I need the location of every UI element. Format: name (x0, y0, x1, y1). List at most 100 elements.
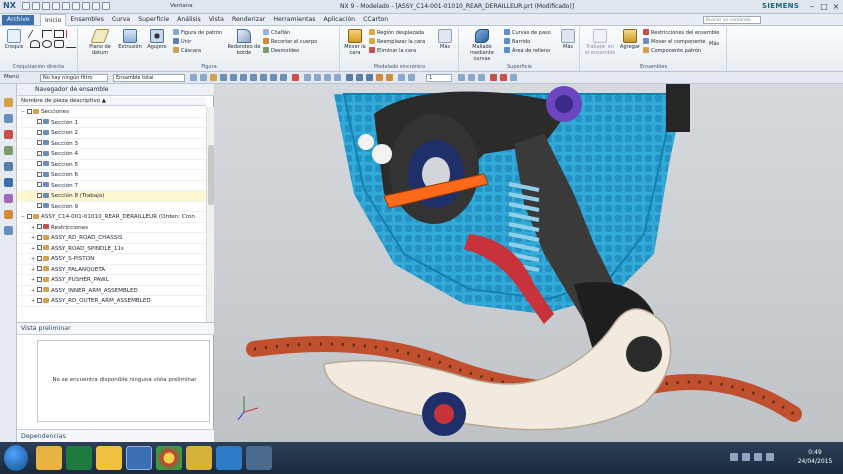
tab-analisis[interactable]: Análisis (173, 14, 205, 26)
type-filter-select[interactable]: No hay ningún filtro (40, 74, 108, 82)
process-studio-icon[interactable] (4, 194, 13, 203)
tree-row[interactable]: + ASSY_INNER_ARM_ASSEMBLED (17, 286, 206, 296)
customize-icon[interactable] (102, 2, 110, 10)
chrome-icon[interactable] (156, 446, 182, 470)
selection-scope-select[interactable]: Ensamble total (113, 74, 185, 82)
mid-point-icon[interactable] (230, 74, 237, 81)
nx-taskbar-icon[interactable] (126, 446, 152, 470)
datum-plane-button[interactable]: Plano de datum (85, 29, 115, 56)
control-point-icon[interactable] (240, 74, 247, 81)
rectangle-icon[interactable] (54, 30, 64, 38)
layer-settings-icon[interactable] (458, 74, 465, 81)
draft-button[interactable]: Desmoldeo (263, 47, 338, 56)
tab-aplicacion[interactable]: Aplicación (319, 14, 359, 26)
assembly-constraints-button[interactable]: Restricciones del ensamble (643, 29, 725, 38)
sketch-button[interactable]: Croquis (2, 29, 26, 50)
tree-row[interactable]: + ASSY_PALANQUETA (17, 265, 206, 275)
assembly-more-button[interactable]: Más (703, 41, 725, 47)
arc-center-icon[interactable] (260, 74, 267, 81)
visibility-checkbox[interactable] (37, 234, 42, 240)
intersection-point-icon[interactable] (250, 74, 257, 81)
zoom-icon[interactable] (314, 74, 321, 81)
visibility-checkbox[interactable] (37, 192, 42, 198)
tree-row[interactable]: Sección 4 (17, 149, 206, 160)
paste-icon[interactable] (72, 2, 80, 10)
file-menu[interactable]: Archivo (2, 15, 35, 25)
visibility-checkbox[interactable] (37, 129, 42, 135)
navigator-scrollbar[interactable] (206, 107, 214, 322)
deselect-icon[interactable] (200, 74, 207, 81)
fill-surface-button[interactable]: Área de relleno (504, 47, 560, 56)
visibility-checkbox[interactable] (37, 150, 42, 156)
sync-more-button[interactable]: Más (435, 29, 455, 50)
tab-vista[interactable]: Vista (205, 14, 228, 26)
history-icon[interactable] (4, 162, 13, 171)
save-icon[interactable] (22, 2, 30, 10)
graphics-window[interactable] (214, 84, 843, 442)
surface-more-button[interactable]: Más (558, 29, 578, 50)
line-icon[interactable] (27, 30, 43, 38)
tab-curva[interactable]: Curva (108, 14, 134, 26)
tree-row[interactable]: Sección 1 (17, 118, 206, 128)
studio-surface-button[interactable]: Curvas de paso (504, 29, 560, 38)
rotate-view-icon[interactable] (324, 74, 331, 81)
tab-superficie[interactable]: Superficie (134, 14, 173, 26)
extrude-button[interactable]: Extrusión (117, 29, 143, 50)
offset-region-button[interactable]: Región desplazada (369, 29, 441, 38)
background-icon[interactable] (366, 74, 373, 81)
replace-face-button[interactable]: Reemplazar la cara (369, 38, 441, 47)
swept-button[interactable]: Barrido (504, 38, 560, 47)
unite-button[interactable]: Unir (173, 38, 233, 47)
assembly-navigator-icon[interactable] (4, 98, 13, 107)
minimize-icon[interactable]: – (806, 1, 818, 12)
tab-renderizar[interactable]: Renderizar (228, 14, 269, 26)
tree-row[interactable]: Sección 8 (Trabajo) (17, 191, 206, 202)
shaded-icon[interactable] (346, 74, 353, 81)
reuse-library-icon[interactable] (4, 146, 13, 155)
command-finder-icon[interactable] (92, 2, 100, 10)
tree-row[interactable]: + ASSY_S-PISTON (17, 254, 206, 265)
visibility-checkbox[interactable] (27, 213, 32, 219)
move-to-layer-icon[interactable] (468, 74, 475, 81)
move-face-button[interactable]: Mover la cara (343, 29, 367, 56)
end-point-icon[interactable] (220, 74, 227, 81)
tab-herramientas[interactable]: Herramientas (269, 14, 319, 26)
tree-row[interactable]: + ASSY_RD_OUTER_ARM_ASSEMBLED (17, 296, 206, 307)
tab-ensambles[interactable]: Ensambles (66, 14, 108, 26)
visibility-checkbox[interactable] (37, 266, 42, 271)
tree-row[interactable]: Sección 2 (17, 128, 206, 139)
visibility-checkbox[interactable] (37, 140, 42, 145)
visibility-checkbox[interactable] (37, 203, 42, 208)
tree-row[interactable]: Sección 6 (17, 170, 206, 181)
tree-row[interactable]: Sección 7 (17, 181, 206, 191)
copy-to-layer-icon[interactable] (478, 74, 485, 81)
network-icon[interactable] (742, 453, 750, 461)
tree-row[interactable]: + ASSY_PUSHER_PAWL (17, 275, 206, 286)
chamfer-button[interactable]: Chaflán (263, 29, 338, 38)
add-component-button[interactable]: Agregar (619, 29, 641, 50)
visibility-checkbox[interactable] (37, 297, 42, 303)
mail-icon[interactable] (186, 446, 212, 470)
clip-section-icon[interactable] (376, 74, 383, 81)
tree-row[interactable]: + Restricciones (17, 223, 206, 233)
pan-view-icon[interactable] (334, 74, 341, 81)
tree-row[interactable]: Sección 5 (17, 160, 206, 170)
tree-row[interactable]: + ASSY_ROAD_SPINDLE_11s (17, 244, 206, 254)
window-menu[interactable]: Ventana (170, 3, 193, 9)
existing-point-icon[interactable] (280, 74, 287, 81)
flag-icon[interactable] (766, 453, 774, 461)
maximize-icon[interactable]: □ (818, 1, 830, 12)
tab-inicio[interactable]: Inicio (40, 14, 67, 26)
work-in-assembly-button[interactable]: Trabajar en el ensamble (583, 29, 617, 56)
quadrant-point-icon[interactable] (270, 74, 277, 81)
delete-face-button[interactable]: Eliminar la cara (369, 47, 441, 56)
copy-icon[interactable] (62, 2, 70, 10)
visibility-checkbox[interactable] (37, 182, 42, 187)
tab-ccarton[interactable]: CCarton (359, 14, 392, 26)
work-layer-select[interactable]: 1 (426, 74, 452, 82)
visibility-checkbox[interactable] (37, 171, 42, 177)
trim-icon[interactable] (66, 40, 76, 48)
tree-row[interactable]: − Secciones (17, 107, 206, 118)
repeat-icon[interactable] (82, 2, 90, 10)
excel-icon[interactable] (66, 446, 92, 470)
